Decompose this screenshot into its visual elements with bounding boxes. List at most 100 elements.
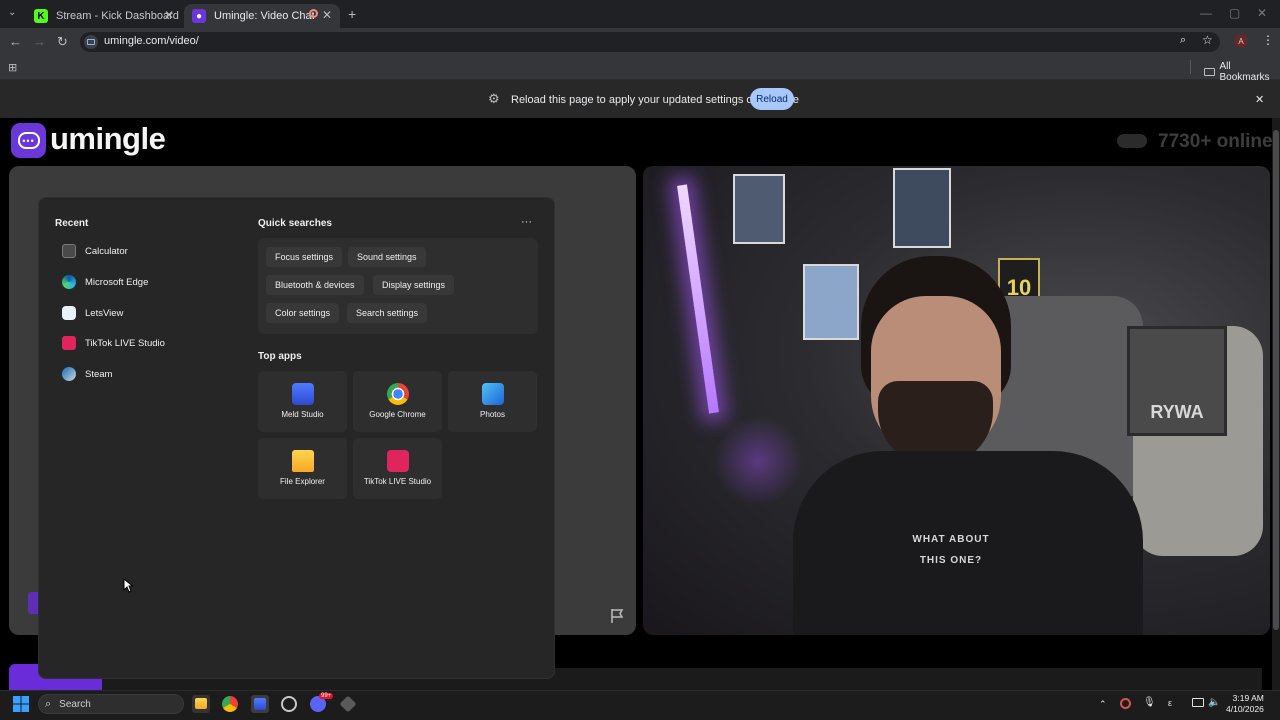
tray-chevron-icon[interactable]: ⌃ (1099, 699, 1107, 710)
folder-icon (195, 698, 207, 709)
app-label: Meld Studio (281, 410, 324, 419)
tray-app-icon[interactable] (1120, 698, 1131, 709)
app-tile-meld-studio[interactable]: Meld Studio (258, 371, 347, 432)
quick-search-search[interactable]: Search settings (347, 303, 428, 323)
clock-time: 3:19 AM (1232, 693, 1264, 703)
online-toggle[interactable] (1117, 134, 1147, 148)
minimize-icon[interactable]: — (1200, 6, 1212, 20)
new-tab-icon[interactable]: + (348, 6, 356, 22)
close-tab-icon[interactable]: ✕ (164, 8, 174, 22)
back-icon[interactable]: ← (9, 34, 22, 49)
gear-icon: ⚙ (488, 91, 500, 106)
recent-item-steam[interactable]: Steam (62, 367, 112, 381)
quick-search-sound[interactable]: Sound settings (348, 247, 426, 267)
microphone-icon[interactable]: 🎙 (1143, 697, 1156, 708)
infobar-close-icon[interactable]: ✕ (1255, 93, 1264, 106)
quick-search-focus[interactable]: Focus settings (266, 247, 343, 267)
tab-umingle[interactable]: ● Umingle: Video Chat with S ✕ (184, 4, 340, 28)
taskbar-file-explorer-active[interactable] (192, 695, 210, 713)
recording-icon (309, 9, 318, 18)
mouse-cursor-icon (123, 578, 133, 593)
quick-search-display[interactable]: Display settings (373, 275, 455, 295)
apps-grid-icon[interactable]: ⊞ (8, 61, 17, 74)
letsview-icon (62, 306, 76, 320)
search-placeholder: Search (59, 698, 91, 710)
top-apps-title: Top apps (258, 351, 302, 362)
volume-icon[interactable]: 🔈 (1208, 697, 1220, 708)
scrollbar-thumb[interactable] (1273, 130, 1279, 630)
app-tile-file-explorer[interactable]: File Explorer (258, 438, 347, 499)
app-label: File Explorer (280, 477, 325, 486)
quick-search-bluetooth[interactable]: Bluetooth & devices (266, 275, 364, 295)
edge-icon (62, 275, 76, 289)
url-text[interactable]: umingle.com/video/ (104, 35, 199, 47)
folder-icon (291, 450, 314, 472)
recent-item-label: Microsoft Edge (85, 276, 149, 288)
address-bar[interactable] (80, 32, 1220, 52)
steam-icon (62, 367, 76, 381)
background-tv-screen: RYWA (1127, 326, 1227, 436)
purple-glow (713, 416, 803, 506)
recent-item-edge[interactable]: Microsoft Edge (62, 275, 148, 289)
app-tile-google-chrome[interactable]: Google Chrome (353, 371, 442, 432)
taskbar-chrome-icon[interactable] (222, 696, 238, 712)
recent-item-label: Calculator (85, 245, 128, 257)
app-label: TikTok LIVE Studio (363, 477, 432, 486)
recent-item-label: Steam (85, 368, 113, 380)
forward-icon[interactable]: → (33, 34, 46, 49)
recent-item-calculator[interactable]: Calculator (62, 244, 128, 258)
profile-avatar[interactable]: A (1234, 34, 1248, 48)
quick-searches-title: Quick searches (258, 218, 332, 229)
tab-search-chevron-icon[interactable]: ⌄ (8, 7, 16, 18)
taskbar-search[interactable]: ⌕ Search (38, 694, 184, 714)
folder-icon (1204, 68, 1215, 76)
shirt-text-line2: THIS ONE? (919, 555, 983, 566)
tab-title: Stream - Kick Dashboard (56, 10, 179, 22)
taskbar-meld-studio[interactable] (251, 695, 269, 713)
reload-button[interactable]: Reload (750, 88, 794, 110)
reload-icon[interactable]: ↻ (57, 34, 68, 50)
neon-light-bar (677, 184, 719, 414)
bookmark-star-icon[interactable]: ☆ (1202, 33, 1213, 47)
quick-search-color[interactable]: Color settings (266, 303, 340, 323)
bookmarks-bar (0, 56, 1280, 80)
site-logo[interactable]: umingle (50, 121, 166, 157)
windows-start-icon[interactable] (13, 696, 29, 712)
tab-kick-dashboard[interactable]: K Stream - Kick Dashboard ✕ (26, 4, 182, 28)
bookmarks-divider (1190, 60, 1191, 74)
tiktok-icon (386, 450, 409, 472)
taskbar-clock[interactable]: 3:19 AM 4/10/2026 (1226, 693, 1264, 715)
recent-item-tiktok[interactable]: TikTok LIVE Studio (62, 336, 165, 350)
menu-dots-icon[interactable]: ⋮ (1262, 33, 1274, 47)
wall-poster (733, 174, 785, 244)
app-tile-photos[interactable]: Photos (448, 371, 537, 432)
recent-item-label: TikTok LIVE Studio (85, 337, 165, 349)
app-tile-tiktok-live-studio[interactable]: TikTok LIVE Studio (353, 438, 442, 499)
network-icon[interactable] (1192, 698, 1204, 707)
recent-item-label: LetsView (85, 307, 124, 319)
more-options-icon[interactable]: ··· (521, 216, 532, 228)
report-flag-icon[interactable] (609, 608, 625, 624)
site-settings-icon[interactable] (84, 35, 98, 49)
close-tab-icon[interactable]: ✕ (322, 8, 332, 22)
search-icon: ⌕ (45, 697, 52, 710)
shirt-text-line1: WHAT ABOUT (912, 534, 990, 545)
online-count: 7730+ online (1158, 131, 1273, 152)
chat-bubble-icon[interactable]: ••• (11, 123, 46, 158)
clock-date: 4/10/2026 (1226, 704, 1264, 714)
umingle-icon: ● (192, 9, 206, 23)
maximize-icon[interactable]: ▢ (1229, 6, 1240, 20)
self-video-panel: 10 RYWA WHAT ABOUT THIS ONE? (643, 166, 1270, 635)
recent-title: Recent (55, 218, 89, 229)
kick-icon: K (34, 9, 48, 23)
close-window-icon[interactable]: ✕ (1257, 6, 1267, 20)
meld-studio-icon (291, 383, 314, 405)
app-label: Photos (480, 410, 505, 419)
recent-item-letsview[interactable]: LetsView (62, 306, 123, 320)
wall-poster (893, 168, 951, 248)
taskbar-obs-icon[interactable] (281, 696, 297, 712)
zoom-icon[interactable]: ⌕ (1180, 34, 1186, 47)
meld-studio-icon (254, 698, 266, 710)
language-icon[interactable]: ε (1168, 698, 1172, 708)
wall-poster (803, 264, 859, 340)
